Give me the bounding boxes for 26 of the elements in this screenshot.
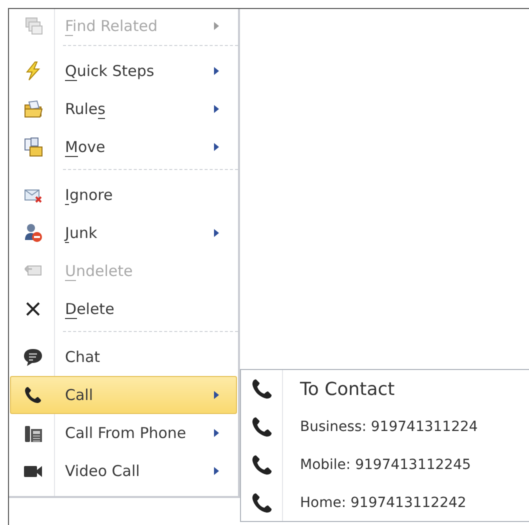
menu-item[interactable]: Chat xyxy=(10,338,237,376)
menu-item[interactable]: Quick Steps xyxy=(10,52,237,90)
menu-item[interactable]: Junk xyxy=(10,214,237,252)
menu-item[interactable]: Ignore xyxy=(10,176,237,214)
menu-item[interactable]: Delete xyxy=(10,290,237,328)
submenu-item[interactable]: Business: 919741311224 xyxy=(241,408,529,446)
lightning-icon xyxy=(23,61,43,81)
copy-icon xyxy=(23,16,43,36)
chat-icon xyxy=(23,347,43,367)
phone-icon xyxy=(250,453,274,477)
menu-item[interactable]: Move xyxy=(10,128,237,166)
menu-item[interactable]: Call xyxy=(10,376,237,414)
desk-phone-icon xyxy=(23,423,43,443)
menu-item[interactable]: Call From Phone xyxy=(10,414,237,452)
submenu-item[interactable]: Mobile: 9197413112245 xyxy=(241,446,529,484)
folder-move-icon xyxy=(23,137,43,157)
phone-icon xyxy=(250,377,274,401)
phone-icon xyxy=(23,385,43,405)
phone-icon xyxy=(250,415,274,439)
menu-item[interactable]: Rules xyxy=(10,90,237,128)
person-block-icon xyxy=(23,223,43,243)
menu-item[interactable]: Video Call xyxy=(10,452,237,490)
submenu-item[interactable]: Home: 9197413112242 xyxy=(241,484,529,522)
phone-icon xyxy=(250,491,274,515)
submenu-item[interactable]: To Contact xyxy=(241,370,529,408)
folder-icon xyxy=(23,99,43,119)
